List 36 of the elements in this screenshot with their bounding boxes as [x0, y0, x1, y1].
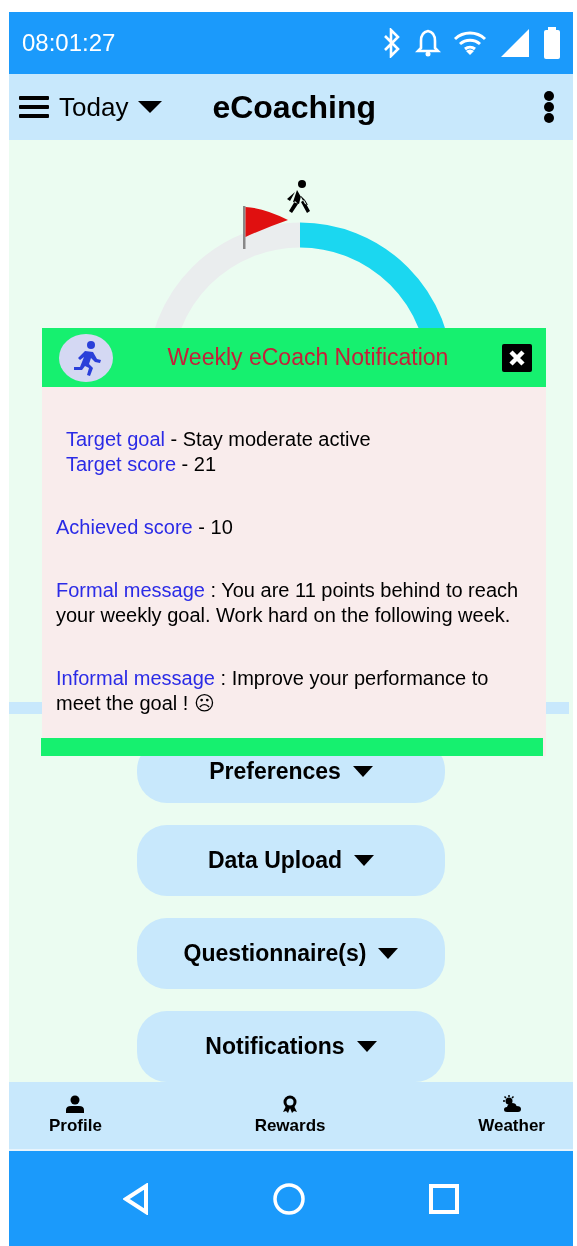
informal-message: Informal message : Improve your performance to meet the goal ! ☹	[56, 666, 490, 716]
nav-tab[interactable]: Weather	[478, 1095, 545, 1136]
home-icon[interactable]	[273, 1182, 305, 1215]
dialog-title: Weekly eCoach Notification	[166, 344, 450, 371]
sun-cloud-icon	[501, 1095, 522, 1113]
wifi-icon	[453, 30, 487, 56]
recent-apps-icon[interactable]	[429, 1183, 459, 1214]
nav-tab[interactable]: Rewards	[254, 1095, 326, 1136]
flag-icon	[243, 206, 288, 249]
walking-person-icon	[287, 180, 310, 213]
person-icon	[66, 1095, 85, 1113]
achieved-score-line: Achieved score - 10	[56, 515, 234, 540]
menu-section-button[interactable]: Data Upload	[137, 825, 445, 896]
app-title: eCoaching	[212, 88, 377, 126]
menu-icon[interactable]	[19, 95, 49, 119]
back-icon[interactable]	[123, 1182, 149, 1215]
menu-section-button[interactable]: Questionnaire(s)	[137, 918, 445, 989]
close-icon[interactable]	[502, 343, 532, 372]
caret-icon	[378, 948, 399, 959]
bell-icon	[415, 28, 441, 58]
more-icon[interactable]	[543, 91, 555, 123]
menu-section-button[interactable]: Notifications	[137, 1011, 445, 1082]
caret-icon	[138, 100, 163, 114]
formal-message: Formal message : You are 11 points behind to reach your weekly goal. Work hard on the following week.	[56, 578, 520, 628]
status-time: 08:01:27	[22, 29, 116, 57]
running-person-icon	[58, 332, 114, 383]
target-score-line: Target score - 21	[66, 452, 218, 477]
signal-icon	[499, 28, 531, 58]
award-ribbon-icon	[281, 1095, 300, 1113]
caret-icon	[352, 766, 373, 777]
caret-icon	[356, 1041, 377, 1052]
battery-icon	[543, 27, 561, 59]
caret-icon	[354, 855, 375, 866]
nav-tab[interactable]: Profile	[49, 1095, 102, 1136]
period-dropdown[interactable]: Today	[59, 91, 163, 123]
target-goal-line: Target goal - Stay moderate active	[66, 427, 372, 452]
